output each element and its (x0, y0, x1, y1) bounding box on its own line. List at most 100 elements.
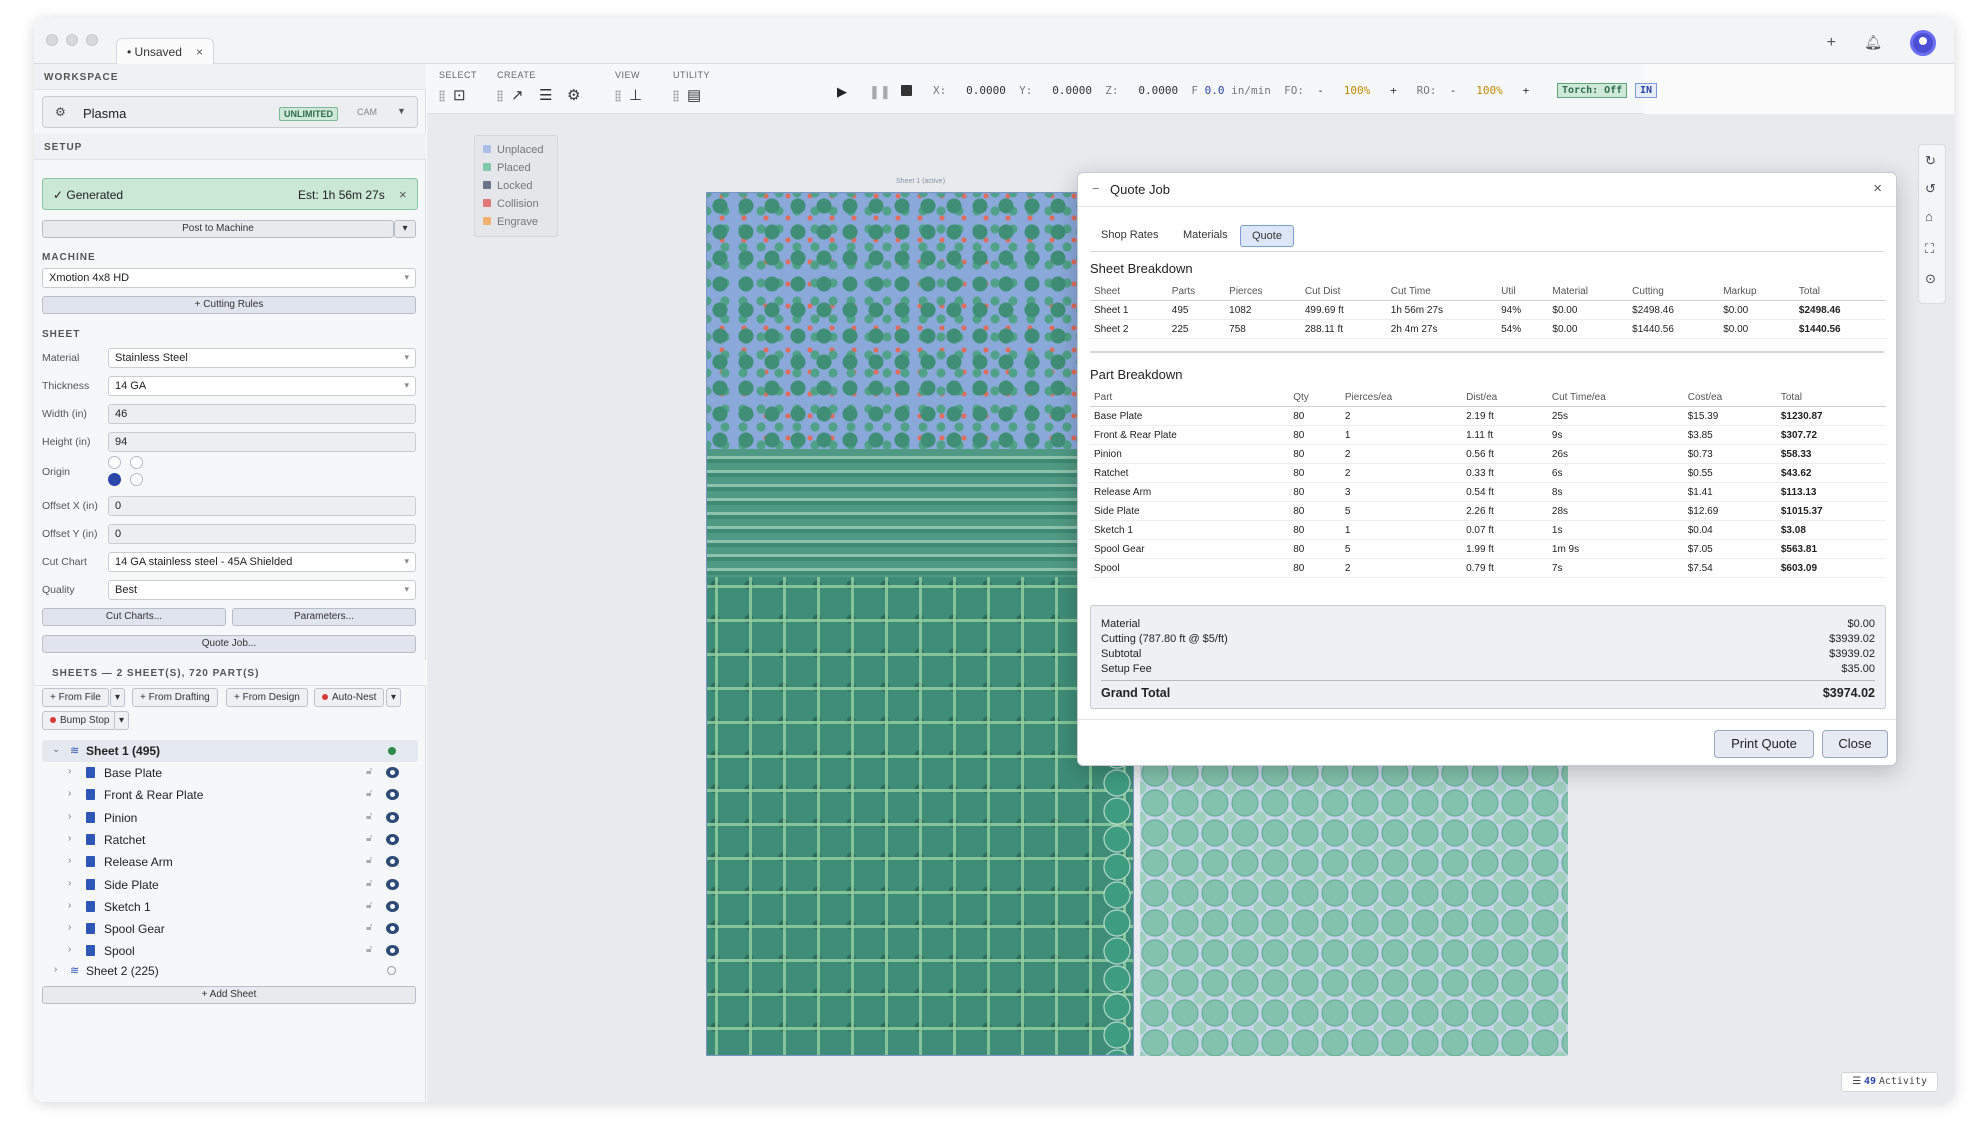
grip-handle[interactable] (615, 90, 621, 102)
chevron-right-icon[interactable]: › (68, 833, 71, 844)
from-file-button[interactable]: + From File (42, 688, 109, 707)
sheet-1-row[interactable]: ⌄ ≋ Sheet 1 (495) (42, 740, 418, 762)
material-select[interactable]: Stainless Steel ▾ (108, 348, 416, 368)
units-toggle[interactable]: IN (1635, 83, 1658, 98)
lock-icon[interactable]: 🔓︎ (366, 944, 372, 955)
chevron-right-icon[interactable]: › (68, 900, 71, 911)
grip-handle[interactable] (673, 90, 679, 102)
cut-chart-select[interactable]: 14 GA stainless steel - 45A Shielded ▾ (108, 552, 416, 572)
zoom-selection-icon[interactable]: ⊙ (1925, 271, 1936, 287)
eye-icon[interactable] (386, 945, 399, 957)
stop-icon[interactable] (901, 85, 912, 96)
chevron-right-icon[interactable]: › (68, 855, 71, 866)
redo-icon[interactable]: ↻ (1925, 153, 1936, 169)
close-button[interactable]: Close (1822, 730, 1888, 758)
offset-y-field[interactable]: 0 (108, 524, 416, 544)
thickness-select[interactable]: 14 GA ▾ (108, 376, 416, 396)
dismiss-status-icon[interactable]: × (399, 187, 407, 202)
lock-icon[interactable]: 🔓︎ (366, 811, 372, 822)
chevron-down-icon[interactable]: ⌄ (52, 744, 60, 755)
lock-icon[interactable]: 🔓︎ (366, 788, 372, 799)
dialog-close-icon[interactable]: × (1873, 180, 1882, 197)
sheet-2-row[interactable]: › ≋ Sheet 2 (225) (42, 960, 418, 982)
eye-icon[interactable] (386, 878, 399, 890)
add-tab-icon[interactable]: + (1827, 34, 1836, 52)
eye-icon[interactable] (386, 833, 399, 845)
from-design-button[interactable]: + From Design (226, 688, 308, 707)
origin-top-right-radio[interactable] (130, 456, 143, 469)
tab-materials[interactable]: Materials (1172, 225, 1239, 247)
quality-select[interactable]: Best ▾ (108, 580, 416, 600)
lock-icon[interactable]: 🔓︎ (366, 833, 372, 844)
ro-minus-button[interactable]: - (1450, 84, 1457, 97)
part-row[interactable]: › Spool Gear 🔓︎ (42, 918, 418, 940)
quote-job-button[interactable]: Quote Job... (42, 635, 416, 653)
machine-select[interactable]: Xmotion 4x8 HD ▾ (42, 268, 416, 288)
lock-icon[interactable]: 🔓︎ (366, 766, 372, 777)
fit-view-icon[interactable]: ⛶ (1925, 241, 1934, 257)
ro-plus-button[interactable]: + (1523, 84, 1530, 97)
bump-stop-dropdown[interactable]: ▾ (114, 711, 130, 730)
eye-icon[interactable] (386, 767, 399, 778)
chevron-right-icon[interactable]: › (68, 922, 71, 933)
from-drafting-button[interactable]: + From Drafting (132, 688, 218, 707)
width-field[interactable]: 46 (108, 404, 416, 424)
tab-close-icon[interactable]: × (196, 45, 203, 59)
auto-nest-dropdown[interactable]: ▾ (386, 688, 402, 707)
window-close-dot[interactable] (46, 34, 58, 46)
fo-minus-button[interactable]: - (1317, 84, 1324, 97)
offset-x-field[interactable]: 0 (108, 496, 416, 516)
cutting-rules-button[interactable]: + Cutting Rules (42, 296, 416, 314)
chevron-right-icon[interactable]: › (68, 878, 71, 889)
part-row[interactable]: › Ratchet 🔓︎ (42, 829, 418, 851)
chevron-right-icon[interactable]: › (68, 811, 71, 822)
polyline-tool-icon[interactable]: ↗ (511, 86, 524, 104)
auto-nest-button[interactable]: Auto-Nest (314, 688, 385, 707)
tab-shop-rates[interactable]: Shop Rates (1090, 225, 1169, 247)
grip-handle[interactable] (497, 90, 503, 102)
part-row[interactable]: › Release Arm 🔓︎ (42, 851, 418, 873)
lock-icon[interactable]: 🔓︎ (366, 878, 372, 889)
pause-icon[interactable]: ❚❚ (869, 84, 891, 100)
calculator-icon[interactable]: ▤ (687, 86, 701, 104)
bell-icon[interactable]: 🔔︎ (1864, 34, 1882, 51)
origin-bottom-right-radio[interactable] (130, 473, 143, 486)
print-quote-button[interactable]: Print Quote (1714, 730, 1814, 758)
chevron-right-icon[interactable]: › (68, 788, 71, 799)
origin-bottom-left-radio[interactable] (108, 473, 121, 486)
document-tab[interactable]: • Unsaved × (116, 38, 214, 64)
window-minimize-dot[interactable] (66, 34, 78, 46)
torch-status-badge[interactable]: Torch: Off (1557, 83, 1628, 98)
bump-stop-button[interactable]: Bump Stop (42, 711, 118, 730)
chevron-right-icon[interactable]: › (54, 964, 57, 975)
eye-icon[interactable] (386, 811, 399, 823)
part-row[interactable]: › Base Plate 🔓︎ (42, 762, 418, 784)
workspace-selector[interactable]: ⚙ Plasma UNLIMITED CAM ▼ (42, 96, 418, 128)
add-sheet-button[interactable]: + Add Sheet (42, 986, 416, 1004)
post-dropdown-button[interactable]: ▾ (394, 220, 416, 238)
part-row[interactable]: › Side Plate 🔓︎ (42, 874, 418, 896)
gear-tool-icon[interactable]: ⚙ (567, 86, 580, 104)
chevron-right-icon[interactable]: › (68, 944, 71, 955)
eye-icon[interactable] (386, 856, 399, 868)
fo-plus-button[interactable]: + (1390, 84, 1397, 97)
activity-button[interactable]: ☰ 49 Activity (1841, 1072, 1938, 1092)
part-row[interactable]: › Sketch 1 🔓︎ (42, 896, 418, 918)
origin-top-left-radio[interactable] (108, 456, 121, 469)
cut-charts-button[interactable]: Cut Charts... (42, 608, 226, 626)
sheet-1-nest[interactable] (706, 192, 1134, 1056)
window-maximize-dot[interactable] (86, 34, 98, 46)
home-icon[interactable]: ⌂ (1925, 209, 1933, 224)
lines-tool-icon[interactable]: ☰ (539, 86, 552, 104)
grip-handle[interactable] (439, 90, 445, 102)
avatar[interactable] (1910, 30, 1936, 56)
from-file-dropdown[interactable]: ▾ (110, 688, 126, 707)
eye-icon[interactable] (386, 789, 399, 801)
tab-quote[interactable]: Quote (1240, 225, 1294, 247)
select-tool-icon[interactable]: ⊡ (453, 86, 466, 104)
bed-view-icon[interactable]: ⊥ (629, 86, 642, 104)
lock-icon[interactable]: 🔓︎ (366, 922, 372, 933)
eye-icon[interactable] (386, 923, 399, 935)
collapse-icon[interactable]: − (1092, 181, 1100, 196)
play-icon[interactable]: ▶ (837, 84, 847, 100)
